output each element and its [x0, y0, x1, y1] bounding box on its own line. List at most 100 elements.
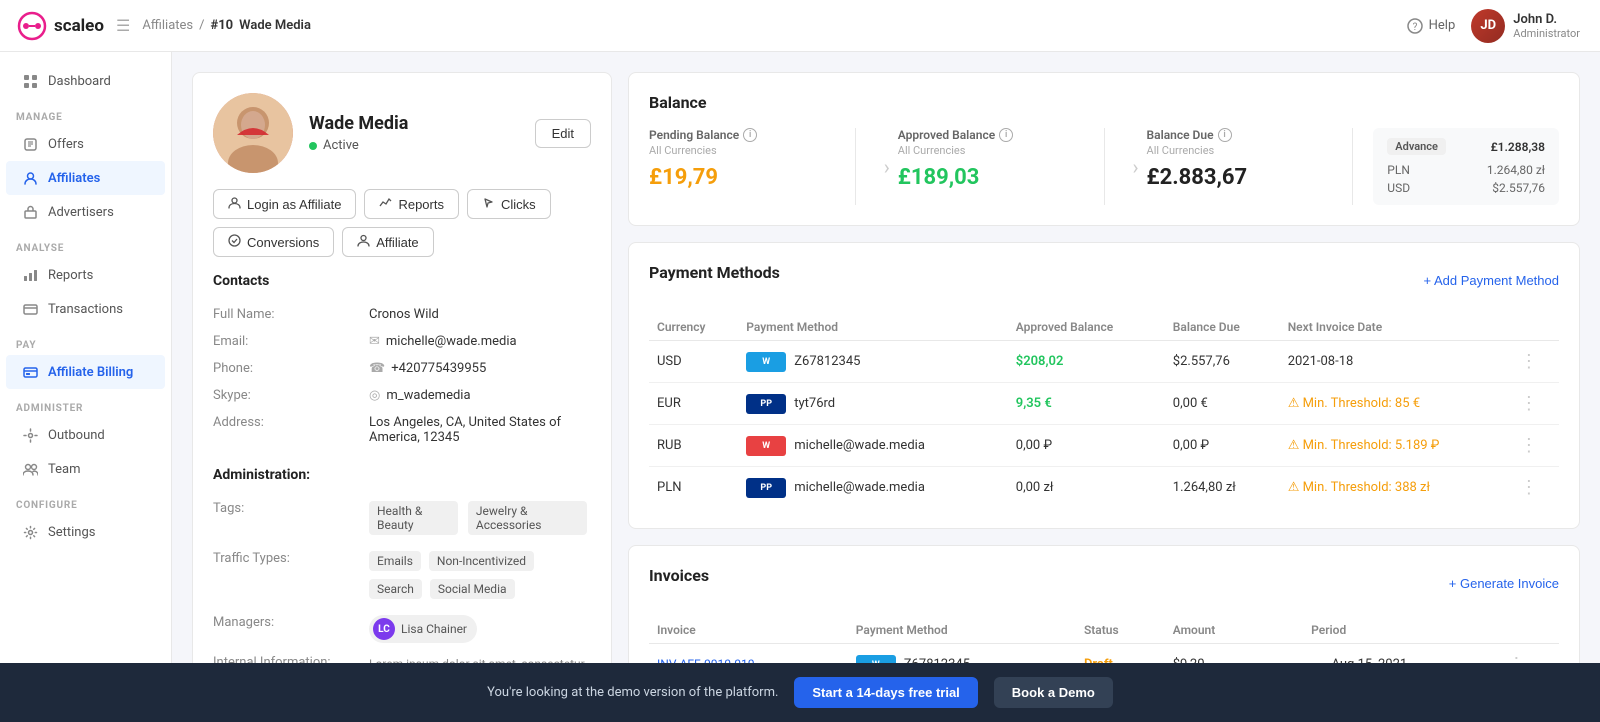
pm-more[interactable]: ⋮ [1512, 467, 1559, 509]
tags-values: Health & Beauty Jewelry & Accessories [369, 501, 591, 539]
profile-name: Wade Media [309, 113, 519, 134]
sidebar-item-settings[interactable]: Settings [6, 515, 165, 549]
dashboard-icon [22, 73, 38, 89]
advance-amount: £1.288,38 [1491, 140, 1545, 154]
pm-due: 0,00 € [1165, 383, 1280, 425]
more-icon[interactable]: ⋮ [1520, 393, 1538, 414]
inv-col-actions [1499, 617, 1559, 644]
more-icon[interactable]: ⋮ [1520, 477, 1538, 498]
contact-address-row: Address: Los Angeles, CA, United States … [213, 409, 591, 451]
more-icon[interactable]: ⋮ [1520, 351, 1538, 372]
pending-balance: Pending Balance i All Currencies £19,79 [649, 128, 856, 205]
breadcrumb-section[interactable]: Affiliates [142, 18, 193, 33]
sidebar-item-offers-label: Offers [48, 137, 84, 152]
pm-method-id: michelle@wade.media [794, 480, 925, 495]
pm-more[interactable]: ⋮ [1512, 383, 1559, 425]
user-name: John D. [1513, 12, 1580, 27]
payment-methods-title: Payment Methods [649, 263, 780, 282]
profile-header: Wade Media Active Edit [213, 93, 591, 173]
topbar-right: ? Help JD John D. Administrator [1407, 9, 1580, 43]
clicks-icon [482, 196, 495, 212]
sidebar-item-team[interactable]: Team [6, 452, 165, 486]
conversions-button[interactable]: Conversions [213, 227, 334, 257]
sidebar-item-transactions[interactable]: Transactions [6, 292, 165, 326]
advance-panel: Advance £1.288,38 PLN 1.264,80 zł USD $2… [1373, 128, 1559, 205]
help-button[interactable]: ? Help [1407, 18, 1456, 34]
content-area: Wade Media Active Edit [192, 72, 1580, 722]
payment-methods-table: Currency Payment Method Approved Balance… [649, 314, 1559, 508]
sidebar-label-administer: ADMINISTER [0, 393, 171, 418]
pm-next-invoice: ⚠ Min. Threshold: 388 zł [1280, 467, 1512, 509]
phone-icon: ☎ [369, 361, 385, 376]
pm-more[interactable]: ⋮ [1512, 341, 1559, 383]
pm-due: $2.557,76 [1165, 341, 1280, 383]
due-amount: £2.883,67 [1147, 165, 1333, 190]
approved-balance: Approved Balance i All Currencies £189,0… [898, 128, 1105, 205]
more-icon[interactable]: ⋮ [1520, 435, 1538, 456]
sidebar-item-team-label: Team [48, 462, 81, 477]
help-label: Help [1429, 18, 1456, 33]
affiliate-button[interactable]: Affiliate [342, 227, 433, 257]
sidebar-item-offers[interactable]: Offers [6, 127, 165, 161]
sidebar-label-pay: PAY [0, 330, 171, 355]
demo-banner: You're looking at the demo version of th… [0, 663, 1600, 722]
main-content: Wade Media Active Edit [172, 52, 1600, 722]
skype-value: ◎ m_wademedia [369, 388, 471, 403]
topbar: scaleo ☰ Affiliates / #10 Wade Media ? H… [0, 0, 1600, 52]
sidebar-item-transactions-label: Transactions [48, 302, 123, 317]
affiliates-icon [22, 170, 38, 186]
traffic-types-row: Traffic Types: Emails Non-Incentivized S… [213, 545, 591, 609]
pm-method-id: tyt76rd [794, 396, 835, 411]
tag-emails: Emails [369, 551, 421, 571]
balance-title: Balance [649, 93, 1559, 112]
layout: Dashboard MANAGE Offers Affiliates [0, 52, 1600, 722]
edit-button[interactable]: Edit [535, 119, 591, 148]
skype-label: Skype: [213, 388, 353, 403]
status-label: Active [323, 138, 359, 153]
sidebar-label-configure: CONFIGURE [0, 490, 171, 515]
sidebar-item-dashboard[interactable]: Dashboard [6, 64, 165, 98]
inv-table-header: Invoice Payment Method Status Amount Per… [649, 617, 1559, 644]
book-demo-button[interactable]: Book a Demo [994, 677, 1113, 708]
clicks-button[interactable]: Clicks [467, 189, 551, 219]
manager-avatar: LC [373, 618, 395, 640]
usd-row: USD $2.557,76 [1387, 181, 1545, 195]
sidebar-item-affiliate-billing[interactable]: Affiliate Billing [6, 355, 165, 389]
contact-skype-row: Skype: ◎ m_wademedia [213, 382, 591, 409]
sidebar-section-manage: MANAGE Offers Affiliates Advertisers [0, 102, 171, 229]
login-affiliate-button[interactable]: Login as Affiliate [213, 189, 356, 219]
arrow-1: › [876, 128, 898, 205]
pm-approved: 9,35 € [1008, 383, 1165, 425]
sidebar-item-reports[interactable]: Reports [6, 258, 165, 292]
breadcrumb-id: #10 [211, 18, 234, 33]
profile-card: Wade Media Active Edit [192, 72, 612, 722]
phone-label: Phone: [213, 361, 353, 376]
sidebar-item-affiliates[interactable]: Affiliates [6, 161, 165, 195]
sidebar-item-settings-label: Settings [48, 525, 95, 540]
sidebar-item-outbound[interactable]: Outbound [6, 418, 165, 452]
col-approved-balance: Approved Balance [1008, 314, 1165, 341]
approved-label: Approved Balance i [898, 128, 1084, 142]
pm-logo-icon: W [746, 352, 786, 372]
pending-amount: £19,79 [649, 165, 835, 190]
sidebar-item-billing-label: Affiliate Billing [48, 365, 133, 380]
manager-tag: LC Lisa Chainer [369, 615, 477, 643]
generate-invoice-button[interactable]: + Generate Invoice [1449, 576, 1559, 591]
conversions-label: Conversions [247, 235, 319, 250]
managers-values: LC Lisa Chainer [369, 615, 477, 643]
trial-button[interactable]: Start a 14-days free trial [794, 677, 977, 708]
pm-method: W michelle@wade.media [738, 425, 1008, 467]
left-panel: Wade Media Active Edit [192, 72, 612, 722]
add-payment-method-button[interactable]: + Add Payment Method [1423, 273, 1559, 288]
collapse-button[interactable]: ☰ [116, 16, 130, 35]
contacts-title: Contacts [213, 273, 591, 289]
sidebar-item-dashboard-label: Dashboard [48, 74, 111, 89]
traffic-types-values: Emails Non-Incentivized Search Social Me… [369, 551, 591, 603]
pm-more[interactable]: ⋮ [1512, 425, 1559, 467]
sidebar-item-advertisers[interactable]: Advertisers [6, 195, 165, 229]
avatar-initials: JD [1480, 18, 1496, 33]
reports-button[interactable]: Reports [364, 189, 459, 219]
inv-col-period: Period [1303, 617, 1499, 644]
inv-col-invoice: Invoice [649, 617, 848, 644]
profile-info: Wade Media Active [309, 113, 519, 153]
